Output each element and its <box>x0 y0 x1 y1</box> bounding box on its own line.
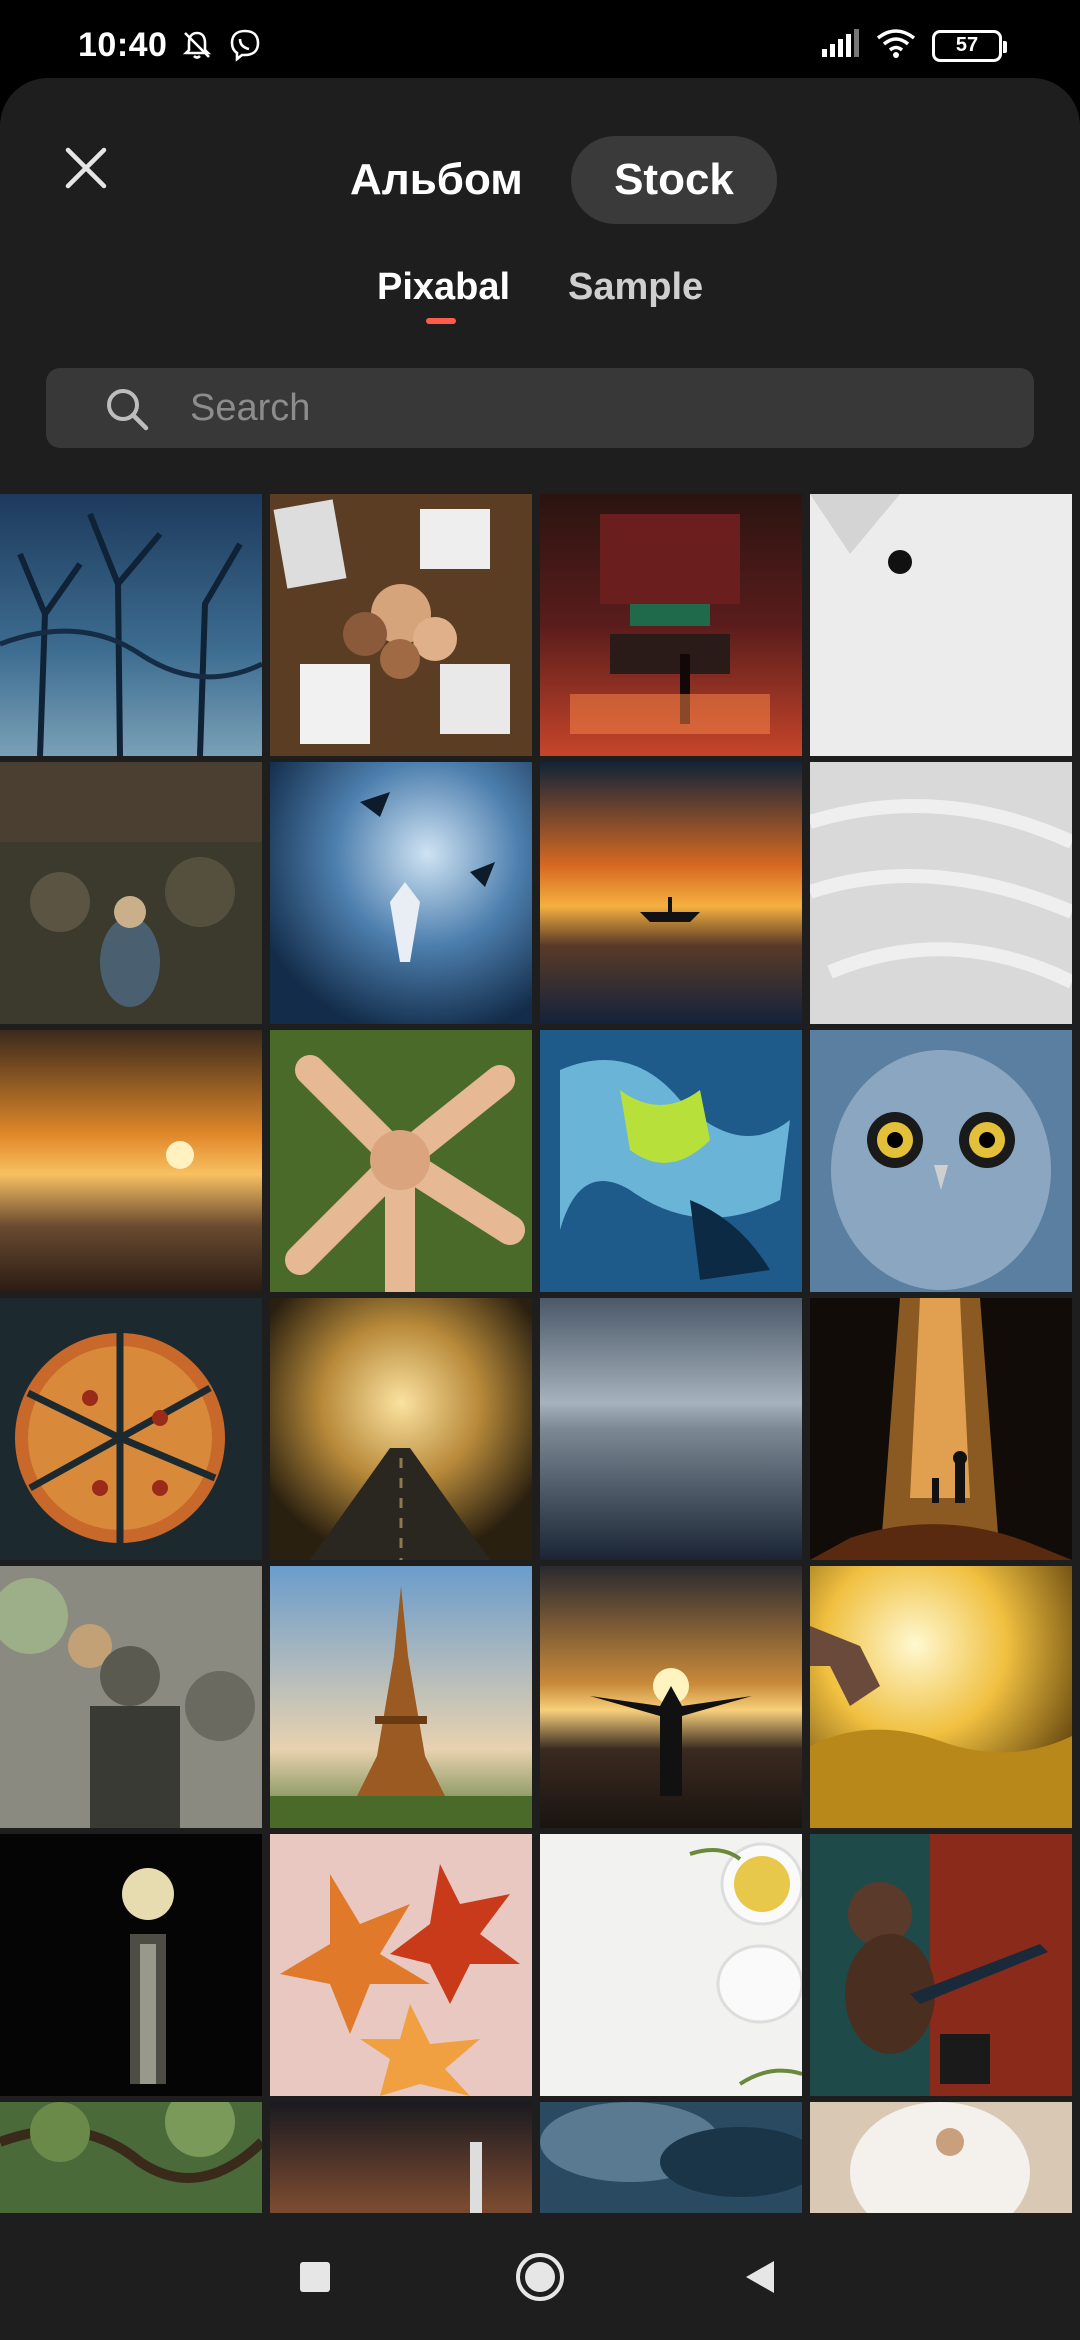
status-notification-icons <box>180 28 262 67</box>
status-bar: 10:40 57 <box>0 0 1080 80</box>
stock-image-tile[interactable] <box>810 1298 1072 1560</box>
battery-level: 57 <box>955 34 979 56</box>
stock-image-tile[interactable] <box>0 762 262 1024</box>
stock-image-tile[interactable] <box>0 1834 262 2096</box>
stock-image-thumbnail <box>540 762 802 1024</box>
stock-image-thumbnail <box>810 762 1072 1024</box>
stock-image-thumbnail <box>810 2102 1072 2213</box>
stock-image-tile[interactable] <box>0 494 262 756</box>
stock-image-tile[interactable] <box>0 1030 262 1292</box>
status-system-icons: 57 <box>820 28 1007 63</box>
stock-image-thumbnail <box>810 1030 1072 1292</box>
stock-image-thumbnail <box>540 1566 802 1828</box>
stock-image-thumbnail <box>810 1834 1072 2096</box>
stock-image-thumbnail <box>810 1566 1072 1828</box>
stock-image-thumbnail <box>270 1834 532 2096</box>
system-navigation-bar <box>0 2213 1080 2340</box>
status-time: 10:40 <box>78 26 168 64</box>
sub-tab-pixabal[interactable]: Pixabal <box>377 266 510 309</box>
recents-button[interactable] <box>255 2213 375 2340</box>
stock-image-tile[interactable] <box>270 1298 532 1560</box>
home-icon <box>516 2252 564 2301</box>
tab-album[interactable]: Альбом <box>350 136 523 224</box>
stock-sub-tabs: Pixabal Sample <box>0 266 1080 346</box>
stock-image-thumbnail <box>0 1298 262 1560</box>
mute-bell-icon <box>180 28 214 67</box>
stock-image-tile[interactable] <box>810 494 1072 756</box>
stock-image-tile[interactable] <box>810 1834 1072 2096</box>
stock-image-tile[interactable] <box>810 1566 1072 1828</box>
stock-image-tile[interactable] <box>810 2102 1072 2213</box>
stock-image-tile[interactable] <box>270 2102 532 2213</box>
stock-image-thumbnail <box>270 1298 532 1560</box>
stock-image-tile[interactable] <box>540 1030 802 1292</box>
stock-image-tile[interactable] <box>270 1566 532 1828</box>
stock-image-thumbnail <box>270 2102 532 2213</box>
recents-icon <box>300 2261 330 2292</box>
active-tab-indicator <box>426 318 456 324</box>
stock-image-tile[interactable] <box>540 1298 802 1560</box>
stock-image-tile[interactable] <box>270 494 532 756</box>
stock-image-tile[interactable] <box>540 494 802 756</box>
stock-image-grid <box>0 494 1080 2213</box>
search-input[interactable] <box>190 368 990 448</box>
stock-image-tile[interactable] <box>540 1566 802 1828</box>
back-icon <box>746 2260 774 2293</box>
stock-image-thumbnail <box>540 1834 802 2096</box>
battery-icon: 57 <box>932 29 1007 62</box>
search-bar <box>46 368 1034 448</box>
stock-image-tile[interactable] <box>0 2102 262 2213</box>
search-icon <box>104 386 150 437</box>
sub-tab-sample[interactable]: Sample <box>568 266 703 309</box>
stock-image-thumbnail <box>270 1566 532 1828</box>
stock-image-tile[interactable] <box>0 1566 262 1828</box>
stock-image-thumbnail <box>0 1834 262 2096</box>
stock-image-tile[interactable] <box>270 762 532 1024</box>
stock-image-thumbnail <box>270 1030 532 1292</box>
stock-image-thumbnail <box>0 2102 262 2213</box>
stock-image-tile[interactable] <box>810 762 1072 1024</box>
stock-image-thumbnail <box>540 1030 802 1292</box>
stock-image-thumbnail <box>540 494 802 756</box>
home-button[interactable] <box>480 2213 600 2340</box>
stock-picker-sheet: Альбом Stock Pixabal Sample <box>0 78 1080 2213</box>
stock-image-thumbnail <box>0 1030 262 1292</box>
stock-image-tile[interactable] <box>540 762 802 1024</box>
stock-image-tile[interactable] <box>270 1834 532 2096</box>
wifi-icon <box>876 28 916 63</box>
stock-image-thumbnail <box>270 762 532 1024</box>
source-tabs: Альбом Stock <box>0 136 1080 224</box>
viber-icon <box>228 28 262 67</box>
stock-image-thumbnail <box>810 494 1072 756</box>
stock-image-thumbnail <box>0 762 262 1024</box>
signal-icon <box>820 29 860 62</box>
stock-image-tile[interactable] <box>0 1298 262 1560</box>
stock-image-thumbnail <box>540 1298 802 1560</box>
tab-stock[interactable]: Stock <box>571 136 777 224</box>
stock-image-thumbnail <box>540 2102 802 2213</box>
stock-image-thumbnail <box>0 1566 262 1828</box>
stock-image-tile[interactable] <box>540 2102 802 2213</box>
stock-image-tile[interactable] <box>540 1834 802 2096</box>
back-button[interactable] <box>700 2213 820 2340</box>
stock-image-thumbnail <box>0 494 262 756</box>
stock-image-tile[interactable] <box>270 1030 532 1292</box>
stock-image-thumbnail <box>810 1298 1072 1560</box>
stock-image-tile[interactable] <box>810 1030 1072 1292</box>
stock-image-thumbnail <box>270 494 532 756</box>
